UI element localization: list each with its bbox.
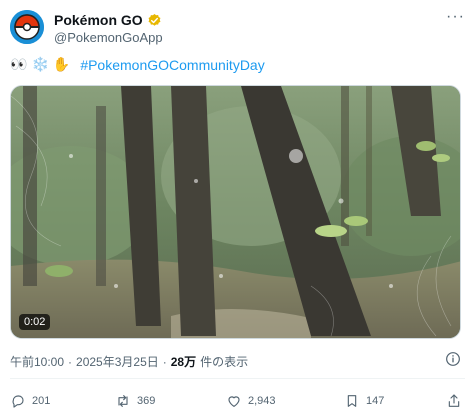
views-label: 件の表示 [200,355,249,369]
bookmark-button[interactable]: 147 [344,393,384,409]
tweet-time[interactable]: 午前10:00 [10,353,64,370]
info-icon[interactable] [445,351,461,367]
verified-badge-icon [148,13,161,26]
avatar[interactable] [10,10,44,44]
reply-button[interactable]: 201 [10,393,50,409]
more-options-icon[interactable]: ··· [446,9,465,25]
snowflake-emoji: ❄️ [31,56,49,72]
reply-icon [12,395,24,408]
pokeball-icon [10,10,44,44]
tweet-header: Pokémon GO @PokemonGoApp ··· [10,9,465,46]
meta-separator: · [162,354,167,369]
bookmark-icon [347,395,357,407]
retweet-count: 369 [137,395,156,407]
tweet-text: 👀 ❄️ ✋ #PokemonGOCommunityDay [10,56,265,73]
hashtag-link[interactable]: #PokemonGOCommunityDay [80,57,264,73]
tweet-meta: 午前10:00 · 2025年3月25日 · 28万 件の表示 [10,353,248,370]
tweet-date[interactable]: 2025年3月25日 [76,353,159,370]
views-count: 28万 [170,355,197,369]
meta-separator: · [68,354,73,369]
action-bar: 201 369 2,943 147 [10,393,465,410]
bookmark-count: 147 [366,395,385,407]
video-duration-badge: 0:02 [19,314,51,330]
display-name[interactable]: Pokémon GO [54,12,143,28]
forest-video-frame [11,86,460,338]
hand-emoji: ✋ [52,56,71,72]
like-count: 2,943 [248,395,276,407]
heart-icon [228,396,240,407]
eyes-emoji: 👀 [10,56,28,72]
account-handle[interactable]: @PokemonGoApp [54,30,163,45]
reply-count: 201 [32,395,51,407]
share-button[interactable] [446,393,462,409]
video-player[interactable]: 0:02 [10,85,461,339]
like-button[interactable]: 2,943 [226,393,276,409]
retweet-icon [118,395,128,407]
retweet-button[interactable]: 369 [115,393,155,409]
share-icon [448,394,460,407]
divider [10,378,465,379]
